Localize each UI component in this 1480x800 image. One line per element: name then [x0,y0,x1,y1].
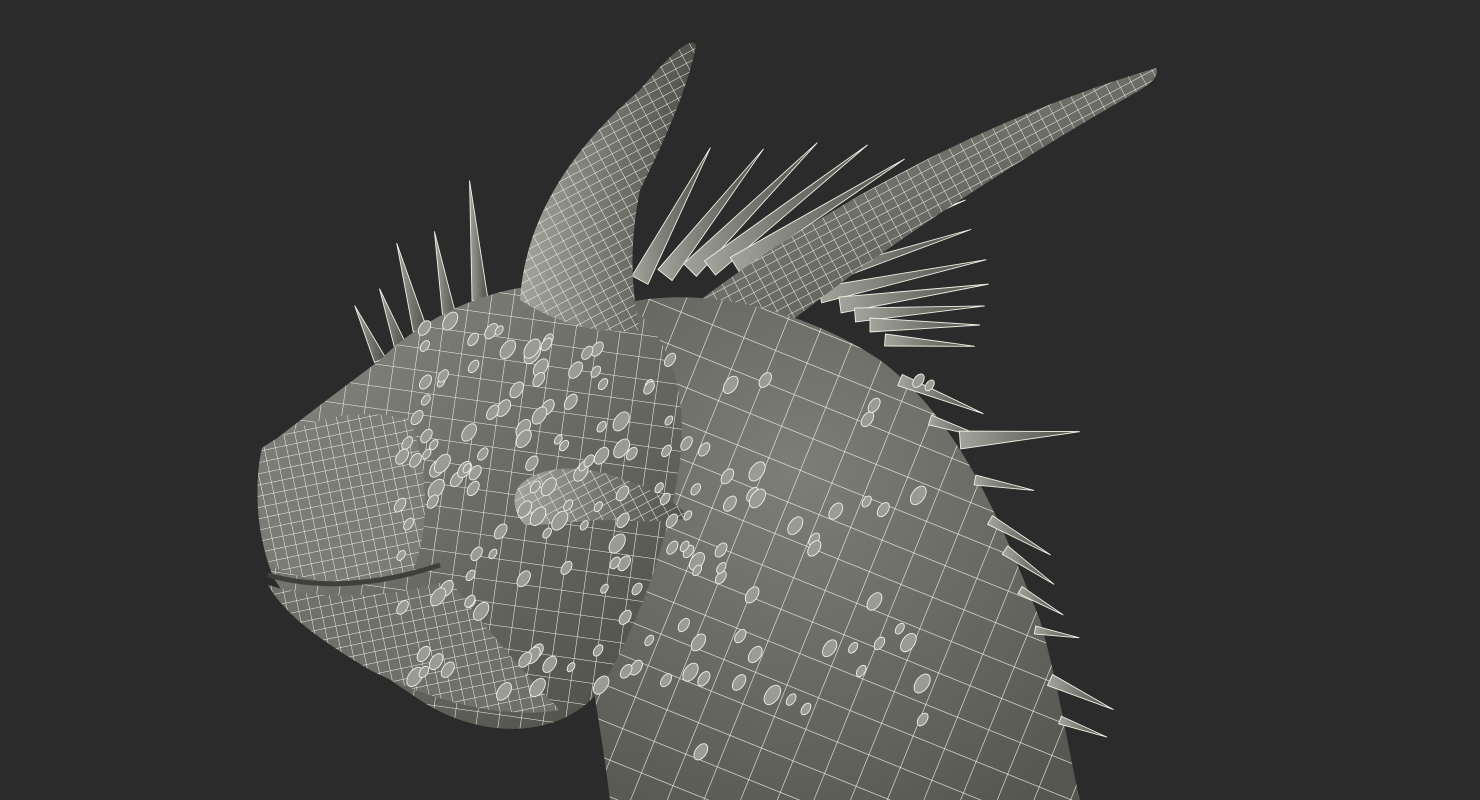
spike [354,305,387,364]
front-horn [520,42,696,332]
dragon-head-model [257,42,1157,800]
spike [396,242,428,333]
spike [869,317,981,333]
spike [884,333,975,347]
spike [433,231,458,322]
spike [379,288,407,348]
render-viewport [0,0,1480,800]
spike [469,180,489,302]
spike [973,474,1035,491]
spike [958,430,1080,450]
